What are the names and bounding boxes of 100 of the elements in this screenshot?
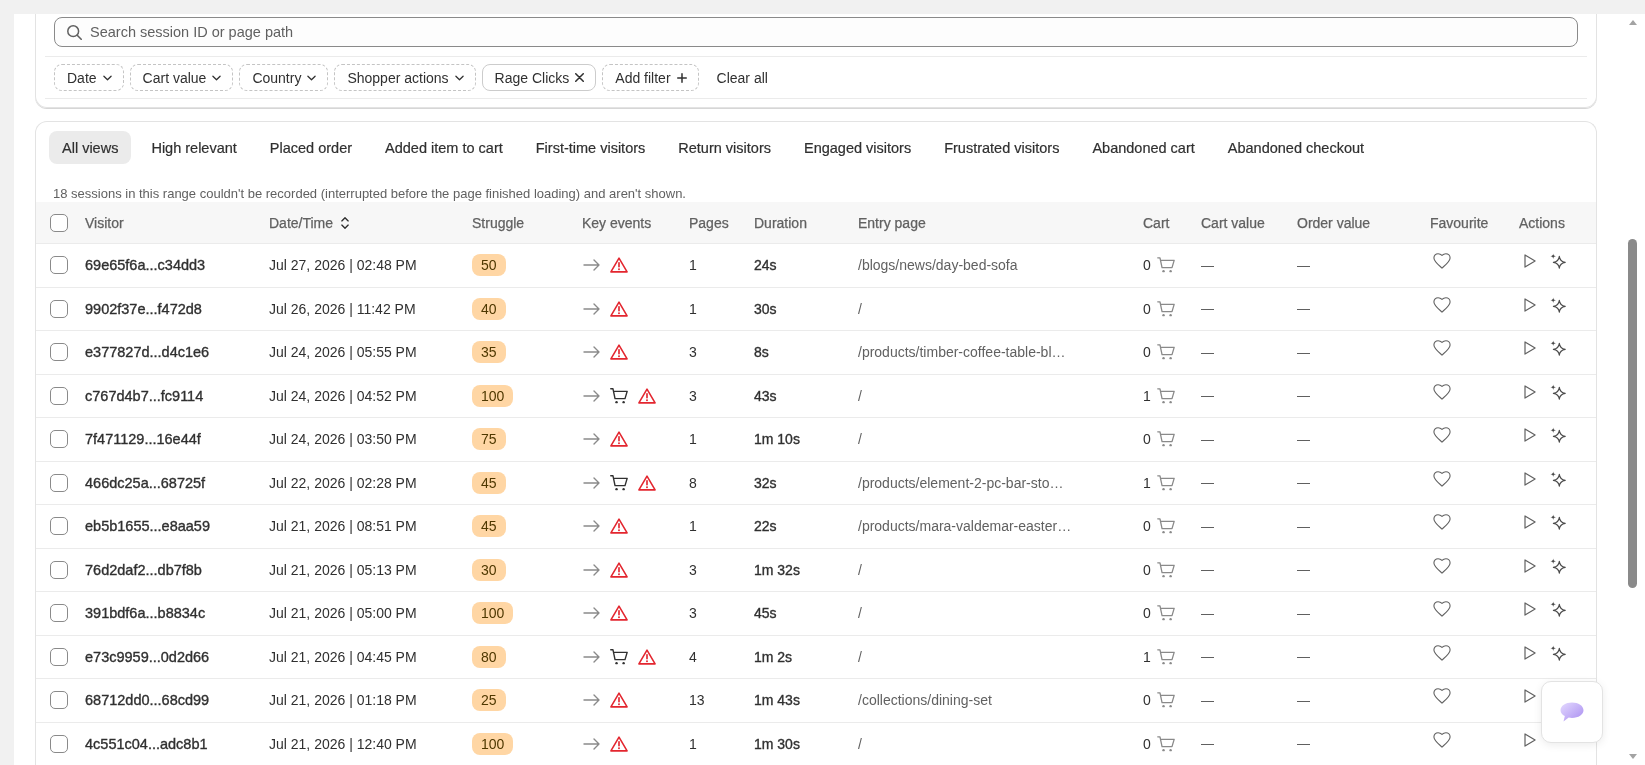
clear-all-button[interactable]: Clear all xyxy=(712,64,772,91)
heart-icon[interactable] xyxy=(1433,427,1451,444)
row-checkbox[interactable] xyxy=(50,604,68,623)
column-header: Pages xyxy=(689,214,729,231)
applied-filter-button[interactable]: Rage Clicks xyxy=(481,64,597,91)
sparkle-icon[interactable] xyxy=(1550,644,1566,661)
session-duration: 24s xyxy=(754,257,777,274)
visitor-id: 76d2daf2...db7f8b xyxy=(85,561,202,578)
view-tab[interactable]: Abandoned cart xyxy=(1079,131,1208,164)
heart-icon[interactable] xyxy=(1433,340,1451,357)
select-all-checkbox[interactable] xyxy=(50,213,68,232)
play-icon[interactable] xyxy=(1524,384,1536,399)
row-checkbox[interactable] xyxy=(50,343,68,362)
sparkle-icon[interactable] xyxy=(1550,296,1566,313)
cart-icon xyxy=(1156,561,1175,578)
page-count: 8 xyxy=(689,474,697,491)
visitor-id: e73c9959...0d2d66 xyxy=(85,648,210,665)
heart-icon[interactable] xyxy=(1433,688,1451,705)
struggle-score-badge: 30 xyxy=(472,558,506,581)
arrow-right-icon xyxy=(583,737,600,750)
sparkle-icon[interactable] xyxy=(1550,601,1566,618)
play-icon[interactable] xyxy=(1524,602,1536,617)
view-tab[interactable]: Added item to cart xyxy=(372,131,516,164)
row-checkbox[interactable] xyxy=(50,647,68,666)
filter-dropdown[interactable]: Country xyxy=(239,64,329,91)
page-count: 1 xyxy=(689,257,697,274)
view-tab[interactable]: All views xyxy=(49,131,132,164)
row-checkbox[interactable] xyxy=(50,430,68,449)
row-checkbox[interactable] xyxy=(50,560,68,579)
view-tab[interactable]: Return visitors xyxy=(665,131,784,164)
search-field[interactable]: Search session ID or page path xyxy=(54,17,1578,47)
play-icon[interactable] xyxy=(1524,645,1536,660)
play-icon[interactable] xyxy=(1524,558,1536,573)
add-filter-button[interactable]: Add filter xyxy=(602,64,699,91)
chevron-down-icon xyxy=(307,74,317,81)
filter-dropdown[interactable]: Date xyxy=(54,64,124,91)
struggle-score-badge: 45 xyxy=(472,515,506,538)
play-icon[interactable] xyxy=(1524,297,1536,312)
sparkle-icon[interactable] xyxy=(1550,427,1566,444)
order-value: — xyxy=(1297,344,1310,360)
column-header[interactable]: Date/Time xyxy=(269,214,350,231)
sparkle-icon[interactable] xyxy=(1550,514,1566,531)
view-tab[interactable]: Engaged visitors xyxy=(790,131,925,164)
filter-dropdown[interactable]: Shopper actions xyxy=(334,64,476,91)
heart-icon[interactable] xyxy=(1433,514,1451,531)
row-checkbox[interactable] xyxy=(50,734,68,753)
row-checkbox[interactable] xyxy=(50,691,68,710)
cart-icon xyxy=(1156,735,1175,752)
play-icon[interactable] xyxy=(1524,341,1536,356)
filter-dropdown[interactable]: Cart value xyxy=(129,64,234,91)
cart-icon xyxy=(1156,300,1175,317)
heart-icon[interactable] xyxy=(1433,253,1451,270)
row-checkbox[interactable] xyxy=(50,386,68,405)
cart-item-count: 0 xyxy=(1143,605,1151,622)
heart-icon[interactable] xyxy=(1433,296,1451,313)
sparkle-icon[interactable] xyxy=(1550,253,1566,270)
session-datetime: Jul 21, 2026 | 12:40 PM xyxy=(269,735,417,752)
play-icon[interactable] xyxy=(1524,254,1536,269)
view-tab[interactable]: Abandoned checkout xyxy=(1214,131,1378,164)
sparkle-icon[interactable] xyxy=(1550,383,1566,400)
row-checkbox[interactable] xyxy=(50,256,68,275)
play-icon[interactable] xyxy=(1524,428,1536,443)
view-tab[interactable]: Placed order xyxy=(256,131,366,164)
view-tab[interactable]: First-time visitors xyxy=(522,131,659,164)
row-checkbox[interactable] xyxy=(50,473,68,492)
play-icon[interactable] xyxy=(1524,689,1536,704)
sort-icon[interactable] xyxy=(341,216,350,229)
column-header: Key events xyxy=(582,214,652,231)
view-tab[interactable]: High relevant xyxy=(138,131,250,164)
heart-icon[interactable] xyxy=(1433,557,1451,574)
play-icon[interactable] xyxy=(1524,515,1536,530)
order-value: — xyxy=(1297,649,1310,665)
sparkle-icon[interactable] xyxy=(1550,340,1566,357)
warning-icon xyxy=(610,605,628,622)
visitor-id: 9902f37e...f472d8 xyxy=(85,300,202,317)
sparkle-icon[interactable] xyxy=(1550,557,1566,574)
column-header: Entry page xyxy=(858,214,926,231)
chevron-down-icon xyxy=(212,74,222,81)
struggle-score-badge: 35 xyxy=(472,341,506,364)
heart-icon[interactable] xyxy=(1433,383,1451,400)
arrow-right-icon xyxy=(583,650,600,663)
view-tab[interactable]: Frustrated visitors xyxy=(931,131,1073,164)
scrollbar-thumb[interactable] xyxy=(1628,239,1637,588)
heart-icon[interactable] xyxy=(1433,601,1451,618)
play-icon[interactable] xyxy=(1524,732,1536,747)
entry-page: /products/element-2-pc-bar-sto… xyxy=(858,474,1064,491)
heart-icon[interactable] xyxy=(1433,644,1451,661)
play-icon[interactable] xyxy=(1524,471,1536,486)
close-icon[interactable] xyxy=(575,73,585,82)
page-count: 1 xyxy=(689,431,697,448)
sparkle-icon[interactable] xyxy=(1550,470,1566,487)
heart-icon[interactable] xyxy=(1433,731,1451,748)
cart-item-count: 1 xyxy=(1143,474,1151,491)
row-checkbox[interactable] xyxy=(50,299,68,318)
warning-icon xyxy=(610,431,628,448)
entry-page: / xyxy=(858,648,862,665)
entry-page: / xyxy=(858,387,862,404)
warning-icon xyxy=(638,387,656,404)
heart-icon[interactable] xyxy=(1433,470,1451,487)
row-checkbox[interactable] xyxy=(50,517,68,536)
